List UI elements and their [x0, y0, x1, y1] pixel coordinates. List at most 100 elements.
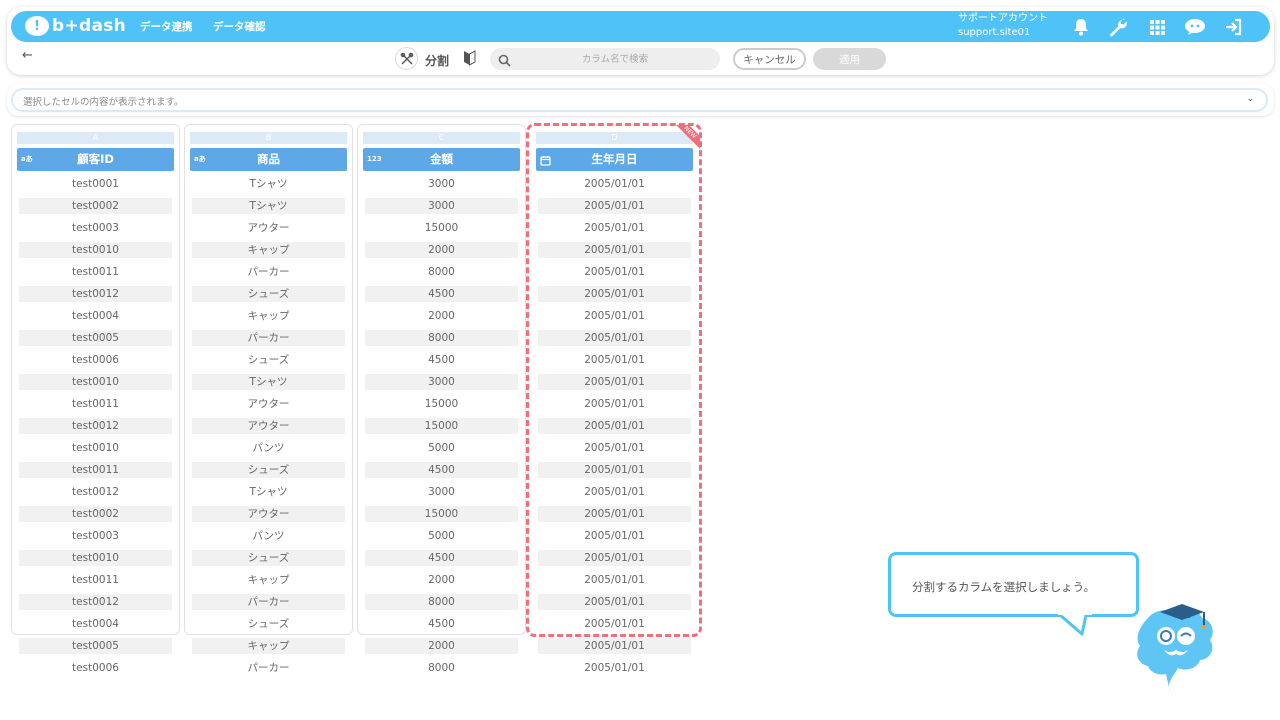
- table-cell[interactable]: test0010: [19, 440, 172, 460]
- table-cell[interactable]: キャップ: [192, 242, 345, 262]
- table-cell[interactable]: Tシャツ: [192, 374, 345, 394]
- app-logo[interactable]: ! b+dash: [25, 15, 126, 37]
- table-cell[interactable]: test0011: [19, 396, 172, 416]
- bell-icon[interactable]: [1070, 16, 1092, 38]
- table-cell[interactable]: 2005/01/01: [538, 528, 691, 548]
- table-cell[interactable]: test0011: [19, 264, 172, 284]
- table-cell[interactable]: test0004: [19, 308, 172, 328]
- table-cell[interactable]: 3000: [365, 374, 518, 394]
- table-cell[interactable]: 2005/01/01: [538, 572, 691, 592]
- table-cell[interactable]: パーカー: [192, 594, 345, 614]
- table-cell[interactable]: 15000: [365, 220, 518, 240]
- cell-content-field[interactable]: 選択したセルの内容が表示されます。 ⌄: [11, 88, 1268, 112]
- account-info[interactable]: サポートアカウント support.site01: [958, 12, 1048, 40]
- grid-apps-icon[interactable]: [1146, 16, 1168, 38]
- table-cell[interactable]: test0012: [19, 286, 172, 306]
- table-cell[interactable]: アウター: [192, 220, 345, 240]
- table-cell[interactable]: test0002: [19, 506, 172, 526]
- table-cell[interactable]: 15000: [365, 396, 518, 416]
- table-cell[interactable]: パンツ: [192, 440, 345, 460]
- table-cell[interactable]: 4500: [365, 616, 518, 636]
- table-cell[interactable]: Tシャツ: [192, 484, 345, 504]
- table-cell[interactable]: パーカー: [192, 330, 345, 350]
- table-cell[interactable]: test0003: [19, 528, 172, 548]
- table-cell[interactable]: 2005/01/01: [538, 352, 691, 372]
- table-cell[interactable]: test0005: [19, 638, 172, 658]
- table-cell[interactable]: 3000: [365, 176, 518, 196]
- table-cell[interactable]: test0010: [19, 550, 172, 570]
- table-cell[interactable]: test0006: [19, 660, 172, 680]
- table-cell[interactable]: 2005/01/01: [538, 616, 691, 636]
- table-cell[interactable]: 2005/01/01: [538, 506, 691, 526]
- table-cell[interactable]: Tシャツ: [192, 198, 345, 218]
- table-cell[interactable]: 4500: [365, 352, 518, 372]
- table-cell[interactable]: シューズ: [192, 352, 345, 372]
- table-cell[interactable]: test0011: [19, 572, 172, 592]
- nav-data-check[interactable]: データ確認: [213, 19, 266, 34]
- back-arrow-icon[interactable]: ←: [22, 48, 33, 63]
- column-header[interactable]: 生年月日: [536, 148, 693, 171]
- cancel-button[interactable]: キャンセル: [733, 48, 806, 70]
- wrench-icon[interactable]: [1107, 16, 1129, 38]
- chat-support-icon[interactable]: [1184, 16, 1206, 38]
- column-b[interactable]: B aあ 商品 Tシャツ Tシャツ アウター キャップ パーカー シューズ キャップ パーカー…: [184, 124, 353, 674]
- table-cell[interactable]: シューズ: [192, 616, 345, 636]
- table-cell[interactable]: 15000: [365, 418, 518, 438]
- table-cell[interactable]: 2005/01/01: [538, 176, 691, 196]
- table-cell[interactable]: 2005/01/01: [538, 440, 691, 460]
- table-cell[interactable]: test0012: [19, 484, 172, 504]
- table-cell[interactable]: 2000: [365, 242, 518, 262]
- table-cell[interactable]: 5000: [365, 528, 518, 548]
- table-cell[interactable]: シューズ: [192, 550, 345, 570]
- table-cell[interactable]: シューズ: [192, 462, 345, 482]
- table-cell[interactable]: 2005/01/01: [538, 330, 691, 350]
- table-cell[interactable]: test0012: [19, 594, 172, 614]
- table-cell[interactable]: 2005/01/01: [538, 594, 691, 614]
- table-cell[interactable]: 8000: [365, 660, 518, 680]
- table-cell[interactable]: アウター: [192, 418, 345, 438]
- column-header[interactable]: aあ 商品: [190, 148, 347, 171]
- table-cell[interactable]: 4500: [365, 550, 518, 570]
- table-cell[interactable]: 5000: [365, 440, 518, 460]
- table-cell[interactable]: アウター: [192, 506, 345, 526]
- column-header[interactable]: aあ 顧客ID: [17, 148, 174, 171]
- table-cell[interactable]: 3000: [365, 198, 518, 218]
- table-cell[interactable]: 2005/01/01: [538, 638, 691, 658]
- table-cell[interactable]: 8000: [365, 330, 518, 350]
- table-cell[interactable]: test0010: [19, 374, 172, 394]
- table-cell[interactable]: 3000: [365, 484, 518, 504]
- table-cell[interactable]: 2005/01/01: [538, 374, 691, 394]
- column-a[interactable]: A aあ 顧客ID test0001 test0002 test0003 test00…: [11, 124, 180, 674]
- table-cell[interactable]: test0003: [19, 220, 172, 240]
- table-cell[interactable]: 2005/01/01: [538, 198, 691, 218]
- table-cell[interactable]: パーカー: [192, 264, 345, 284]
- table-cell[interactable]: 2005/01/01: [538, 286, 691, 306]
- table-cell[interactable]: パンツ: [192, 528, 345, 548]
- search-input[interactable]: [516, 48, 714, 70]
- table-cell[interactable]: パーカー: [192, 660, 345, 680]
- table-cell[interactable]: 2005/01/01: [538, 308, 691, 328]
- table-cell[interactable]: 2005/01/01: [538, 484, 691, 504]
- table-cell[interactable]: 8000: [365, 264, 518, 284]
- table-cell[interactable]: 2005/01/01: [538, 418, 691, 438]
- column-search[interactable]: [490, 48, 720, 70]
- table-cell[interactable]: 8000: [365, 594, 518, 614]
- table-cell[interactable]: 2000: [365, 308, 518, 328]
- table-cell[interactable]: test0010: [19, 242, 172, 262]
- table-cell[interactable]: 2005/01/01: [538, 220, 691, 240]
- table-cell[interactable]: 4500: [365, 286, 518, 306]
- table-cell[interactable]: 2005/01/01: [538, 396, 691, 416]
- table-cell[interactable]: test0002: [19, 198, 172, 218]
- mascot-icon[interactable]: [1130, 596, 1226, 692]
- table-cell[interactable]: test0011: [19, 462, 172, 482]
- table-cell[interactable]: test0001: [19, 176, 172, 196]
- table-cell[interactable]: test0006: [19, 352, 172, 372]
- table-cell[interactable]: キャップ: [192, 572, 345, 592]
- table-cell[interactable]: Tシャツ: [192, 176, 345, 196]
- table-cell[interactable]: 2005/01/01: [538, 242, 691, 262]
- apply-button[interactable]: 適用: [813, 48, 886, 70]
- table-cell[interactable]: 2000: [365, 572, 518, 592]
- logout-icon[interactable]: [1223, 16, 1245, 38]
- table-cell[interactable]: test0005: [19, 330, 172, 350]
- table-cell[interactable]: 4500: [365, 462, 518, 482]
